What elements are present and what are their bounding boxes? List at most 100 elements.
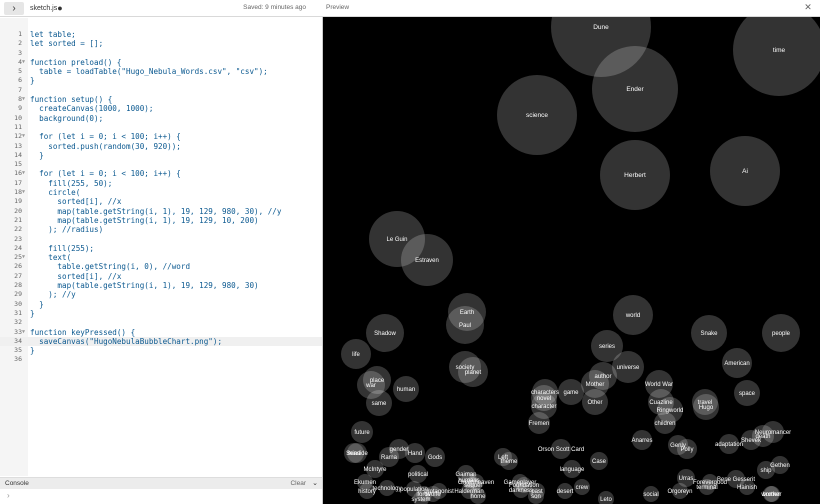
console-clear-button[interactable]: Clear xyxy=(290,480,306,487)
bubble: Shadow xyxy=(366,314,404,352)
code-editor[interactable]: 1 let table; 2 let sorted = []; 3 4 ▼ function … xyxy=(0,18,322,476)
code-line[interactable]: 24 fill(255); xyxy=(0,244,322,253)
line-number: 11 xyxy=(14,122,22,131)
close-icon: ✕ xyxy=(804,2,812,12)
bubble: game xyxy=(558,379,584,405)
code-text: createCanvas(1000, 1000); xyxy=(30,104,154,114)
code-line[interactable]: 10 background(0); xyxy=(0,114,322,123)
bubble-label: Ender xyxy=(626,86,644,93)
code-line[interactable]: 21 map(table.getString(i, 1), 19, 129, 1… xyxy=(0,216,322,225)
bubble: Snake xyxy=(691,315,727,351)
toggle-sidebar-button[interactable]: › xyxy=(4,2,24,15)
line-number: 1 xyxy=(18,30,22,38)
bubble: planet xyxy=(458,357,488,387)
code-line[interactable]: 29 ); //y xyxy=(0,290,322,299)
bubble: adaptation xyxy=(715,434,743,454)
code-line[interactable]: 18 ▼ circle( xyxy=(0,188,322,197)
code-line[interactable]: 6} xyxy=(0,76,322,85)
close-preview-button[interactable]: ✕ xyxy=(802,1,814,13)
line-number: 7 xyxy=(18,85,22,94)
code-line[interactable]: 7 xyxy=(0,86,322,95)
bubble-label: system xyxy=(411,497,430,503)
line-number: 34 xyxy=(14,336,22,345)
bubble: ship xyxy=(757,461,775,479)
bubble-label: world xyxy=(625,313,640,319)
console-input[interactable]: › xyxy=(0,489,322,504)
code-line[interactable]: 35} xyxy=(0,346,322,355)
fold-arrow-icon[interactable]: ▼ xyxy=(22,253,28,262)
code-line[interactable]: 27 sorted[i], //x xyxy=(0,272,322,281)
code-line[interactable]: 30 } xyxy=(0,300,322,309)
code-line[interactable]: 19 sorted[i], //x xyxy=(0,197,322,206)
code-line[interactable]: 11 xyxy=(0,123,322,132)
code-line[interactable]: 9 createCanvas(1000, 1000); xyxy=(0,104,322,113)
code-line[interactable]: 16 ▼ for (let i = 0; i < 100; i++) { xyxy=(0,169,322,178)
chevron-right-icon: › xyxy=(7,491,10,500)
fold-arrow-icon[interactable]: ▼ xyxy=(22,132,28,141)
code-line[interactable]: 32 xyxy=(0,318,322,327)
code-line[interactable]: 31} xyxy=(0,309,322,318)
code-line[interactable]: 12 ▼ for (let i = 0; i < 100; i++) { xyxy=(0,132,322,141)
chevron-down-icon[interactable]: ⌄ xyxy=(312,479,318,487)
code-text: function keyPressed() { xyxy=(30,327,136,337)
code-line[interactable]: 34 saveCanvas("HugoNebulaBubbleChart.png… xyxy=(0,336,322,347)
bubble-chart: Dune time Ender science Herbert Ai Le Guin Estr… xyxy=(341,17,820,504)
bubble-label: mind xyxy=(347,451,360,457)
code-line[interactable]: 4 ▼ function preload() { xyxy=(0,58,322,67)
code-line[interactable]: 17 fill(255, 50); xyxy=(0,179,322,188)
code-line[interactable]: 26 table.getString(i, 0), //word xyxy=(0,262,322,271)
line-number: 8 xyxy=(18,95,22,104)
bubble: technology xyxy=(372,480,402,496)
bubble-label: Gods xyxy=(428,455,442,461)
line-number: 28 xyxy=(14,281,22,290)
code-line[interactable]: 22 ); //radius) xyxy=(0,225,322,234)
line-number: 25 xyxy=(14,253,22,262)
bubble-label: Paul xyxy=(459,323,471,329)
code-line[interactable]: 14 } xyxy=(0,151,322,160)
code-text: for (let i = 0; i < 100; i++) { xyxy=(30,169,181,179)
fold-arrow-icon[interactable]: ▼ xyxy=(22,169,28,178)
bubble-label: character xyxy=(531,404,556,410)
sketch-preview-canvas[interactable]: Dune time Ender science Herbert Ai Le Guin Estr… xyxy=(322,17,820,504)
code-line[interactable]: 13 sorted.push(random(30, 920)); xyxy=(0,142,322,151)
line-number: 29 xyxy=(14,290,22,299)
code-text: sorted[i], //x xyxy=(30,197,122,207)
code-line[interactable]: 15 xyxy=(0,160,322,169)
bubble-label: political xyxy=(408,472,428,478)
code-line[interactable]: 8 ▼ function setup() { xyxy=(0,95,322,104)
fold-arrow-icon[interactable]: ▼ xyxy=(22,188,28,197)
bubble-label: Mother xyxy=(586,382,605,388)
bubble: Orson Scott Card xyxy=(538,439,584,459)
code-line[interactable]: 25 ▼ text( xyxy=(0,253,322,262)
line-number: 12 xyxy=(14,132,22,141)
code-area[interactable]: 1 let table; 2 let sorted = []; 3 4 ▼ function … xyxy=(0,30,322,365)
chevron-right-icon: › xyxy=(12,3,16,14)
file-tab[interactable]: sketch.js● xyxy=(30,3,63,13)
code-text: ); //radius) xyxy=(30,225,104,235)
fold-arrow-icon[interactable]: ▼ xyxy=(22,58,28,67)
code-text: let sorted = []; xyxy=(30,39,104,49)
bubble-label: time xyxy=(773,47,786,54)
line-number: 18 xyxy=(14,188,22,197)
code-line[interactable]: 23 xyxy=(0,235,322,244)
fold-arrow-icon[interactable]: ▼ xyxy=(22,95,28,104)
code-line[interactable]: 3 xyxy=(0,49,322,58)
code-line[interactable]: 2 let sorted = []; xyxy=(0,39,322,48)
console-title: Console xyxy=(5,480,29,487)
code-line[interactable]: 28 map(table.getString(i, 1), 19, 129, 9… xyxy=(0,281,322,290)
code-text: let table; xyxy=(30,30,76,39)
file-name: sketch.js xyxy=(30,5,58,12)
bubble-label: American xyxy=(724,361,749,367)
fold-arrow-icon[interactable]: ▼ xyxy=(22,328,28,337)
code-line[interactable]: 20 map(table.getString(i, 1), 19, 129, 9… xyxy=(0,207,322,216)
p5-editor-window: › sketch.js● Saved: 9 minutes ago Previe… xyxy=(0,0,820,504)
bubble: space xyxy=(734,380,760,406)
code-line[interactable]: 1 let table; xyxy=(0,30,322,39)
code-text: table = loadTable("Hugo_Nebula_Words.csv… xyxy=(30,67,268,77)
code-line[interactable]: 5 table = loadTable("Hugo_Nebula_Words.c… xyxy=(0,67,322,76)
bubble-label: space xyxy=(739,391,756,397)
bubble-label: game xyxy=(563,390,579,396)
bubble: crew xyxy=(574,479,590,495)
code-line[interactable]: 33 ▼ function keyPressed() { xyxy=(0,328,322,337)
code-line[interactable]: 36 xyxy=(0,355,322,364)
